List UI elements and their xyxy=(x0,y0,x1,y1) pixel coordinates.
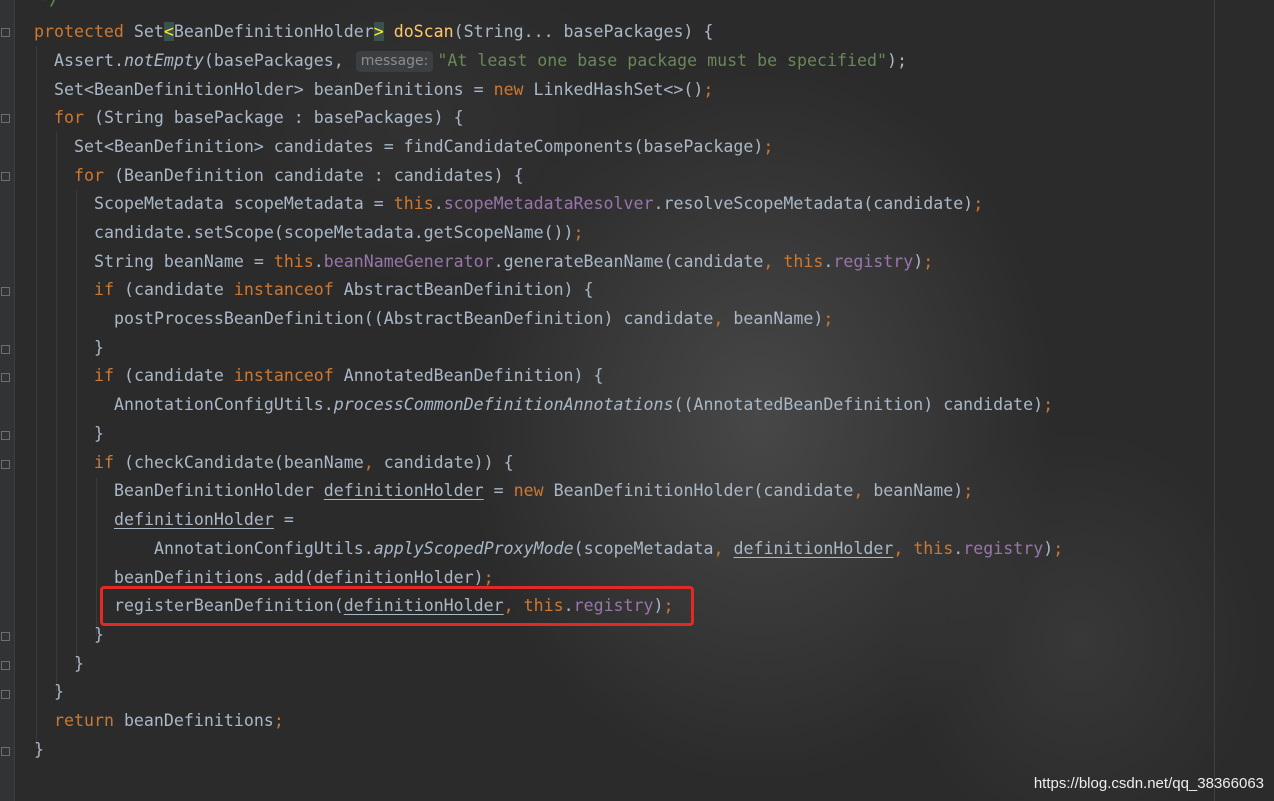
code-line: } xyxy=(94,424,104,443)
code-line: ScopeMetadata scopeMetadata = this.scope… xyxy=(94,194,984,213)
indent-guide xyxy=(76,190,77,664)
code-line: return beanDefinitions; xyxy=(54,711,284,730)
code-line: protected Set<BeanDefinitionHolder> doSc… xyxy=(34,22,714,41)
editor-gutter[interactable] xyxy=(0,0,15,801)
fold-icon[interactable] xyxy=(1,747,10,756)
code-line: candidate.setScope(scopeMetadata.getScop… xyxy=(94,223,584,242)
indent-guide xyxy=(96,478,97,636)
method-name: doScan xyxy=(393,22,454,41)
code-line: } xyxy=(94,338,104,357)
code-line: postProcessBeanDefinition((AbstractBeanD… xyxy=(114,309,834,328)
code-line: for (String basePackage : basePackages) … xyxy=(54,108,464,127)
fold-icon[interactable] xyxy=(1,460,10,469)
code-line: } xyxy=(74,654,84,673)
code-line: if (candidate instanceof AbstractBeanDef… xyxy=(94,280,594,299)
fold-icon[interactable] xyxy=(1,172,10,181)
code-line: */ xyxy=(40,0,60,15)
code-line: Set<BeanDefinition> candidates = findCan… xyxy=(74,137,774,156)
code-line: AnnotationConfigUtils.applyScopedProxyMo… xyxy=(154,539,1064,558)
code-line: Assert.notEmpty(basePackages, message: "A… xyxy=(54,51,907,72)
parameter-hint: message: xyxy=(355,51,434,72)
code-line: for (BeanDefinition candidate : candidat… xyxy=(74,166,524,185)
indent-guide xyxy=(56,132,57,692)
annotation-highlight-box xyxy=(100,586,694,626)
fold-icon[interactable] xyxy=(1,345,10,354)
code-line: BeanDefinitionHolder definitionHolder = … xyxy=(114,481,974,500)
fold-icon[interactable] xyxy=(1,690,10,699)
code-line: String beanName = this.beanNameGenerator… xyxy=(94,252,934,271)
fold-icon[interactable] xyxy=(1,661,10,670)
code-line: } xyxy=(54,682,64,701)
watermark: https://blog.csdn.net/qq_38366063 xyxy=(1033,775,1264,792)
code-line: } xyxy=(34,740,44,759)
fold-icon[interactable] xyxy=(1,287,10,296)
fold-icon[interactable] xyxy=(1,632,10,641)
code-line: Set<BeanDefinitionHolder> beanDefinition… xyxy=(54,80,714,99)
fold-icon[interactable] xyxy=(1,114,10,123)
code-line: definitionHolder = xyxy=(114,510,294,529)
code-line: if (checkCandidate(beanName, candidate))… xyxy=(94,453,514,472)
right-margin-guide xyxy=(1214,0,1215,801)
fold-icon[interactable] xyxy=(1,28,10,37)
fold-icon[interactable] xyxy=(1,431,10,440)
code-line: AnnotationConfigUtils.processCommonDefin… xyxy=(114,395,1054,414)
fold-icon[interactable] xyxy=(1,373,10,382)
indent-guide xyxy=(36,46,37,748)
code-line: if (candidate instanceof AnnotatedBeanDe… xyxy=(94,366,604,385)
